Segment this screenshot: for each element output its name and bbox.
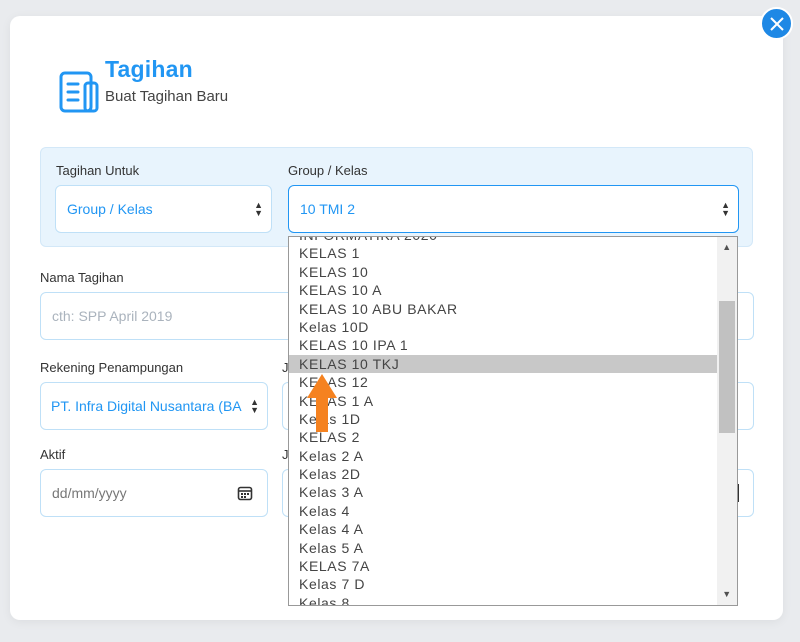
calendar-icon[interactable]: [237, 485, 253, 501]
aktif-label: Aktif: [40, 447, 66, 462]
dropdown-options: INFORMATIKA 2020KELAS 1KELAS 10KELAS 10 …: [289, 237, 717, 605]
dropdown-option[interactable]: Kelas 5 A: [289, 539, 717, 557]
nama-tagihan-label: Nama Tagihan: [40, 270, 124, 285]
dropdown-option[interactable]: Kelas 4: [289, 502, 717, 520]
rekening-value: PT. Infra Digital Nusantara (BA: [51, 398, 242, 414]
dropdown-option[interactable]: KELAS 10: [289, 263, 717, 281]
group-kelas-select[interactable]: 10 TMI 2 ▲ ▼: [288, 185, 739, 233]
tagihan-untuk-label: Tagihan Untuk: [56, 163, 140, 178]
aktif-placeholder: dd/mm/yyyy: [52, 485, 127, 501]
dropdown-option[interactable]: Kelas 2 A: [289, 447, 717, 465]
rekening-select[interactable]: PT. Infra Digital Nusantara (BA ▲ ▼: [40, 382, 268, 430]
scroll-down-icon[interactable]: ▼: [717, 586, 737, 603]
dropdown-option[interactable]: KELAS 10 TKJ: [289, 354, 717, 374]
dropdown-option[interactable]: Kelas 10D: [289, 318, 717, 336]
dropdown-option[interactable]: KELAS 1 A: [289, 392, 717, 410]
page-title: Tagihan: [105, 56, 193, 82]
scroll-up-icon[interactable]: ▲: [717, 239, 737, 256]
dropdown-option[interactable]: KELAS 7A: [289, 557, 717, 575]
orange-arrow-pointer-icon: [307, 374, 337, 432]
scroll-thumb[interactable]: [719, 301, 735, 433]
page-subtitle: Buat Tagihan Baru: [105, 88, 229, 105]
dropdown-option[interactable]: KELAS 10 A: [289, 281, 717, 299]
dropdown-option[interactable]: Kelas 4 A: [289, 520, 717, 538]
dropdown-option[interactable]: Kelas 2D: [289, 465, 717, 483]
dropdown-option[interactable]: Kelas 3 A: [289, 483, 717, 501]
group-kelas-label: Group / Kelas: [288, 163, 368, 178]
dropdown-scrollbar[interactable]: ▲ ▼: [717, 237, 737, 605]
group-kelas-value: 10 TMI 2: [300, 201, 355, 217]
select-arrows-icon: ▲ ▼: [254, 200, 263, 218]
dropdown-option[interactable]: INFORMATIKA 2020: [289, 237, 717, 244]
dropdown-option[interactable]: KELAS 10 IPA 1: [289, 336, 717, 354]
aktif-date-input[interactable]: dd/mm/yyyy: [40, 469, 268, 517]
tagihan-untuk-select[interactable]: Group / Kelas ▲ ▼: [55, 185, 272, 233]
close-icon: [769, 16, 784, 31]
tagihan-untuk-value: Group / Kelas: [67, 201, 153, 217]
close-button[interactable]: [760, 7, 793, 40]
dropdown-option[interactable]: Kelas 1D: [289, 410, 717, 428]
select-arrows-icon: ▲ ▼: [250, 397, 259, 415]
dropdown-option[interactable]: KELAS 12: [289, 373, 717, 391]
rekening-label: Rekening Penampungan: [40, 360, 184, 375]
dropdown-option[interactable]: Kelas 7 D: [289, 575, 717, 593]
select-arrows-icon: ▲ ▼: [721, 200, 730, 218]
dropdown-option[interactable]: KELAS 1: [289, 244, 717, 262]
dropdown-option[interactable]: KELAS 2: [289, 428, 717, 446]
dropdown-option[interactable]: KELAS 10 ABU BAKAR: [289, 300, 717, 318]
document-icon: [59, 71, 99, 113]
dropdown-option[interactable]: Kelas 8: [289, 594, 717, 605]
nama-tagihan-placeholder: cth: SPP April 2019: [52, 308, 173, 324]
group-kelas-dropdown-list[interactable]: INFORMATIKA 2020KELAS 1KELAS 10KELAS 10 …: [288, 236, 738, 606]
